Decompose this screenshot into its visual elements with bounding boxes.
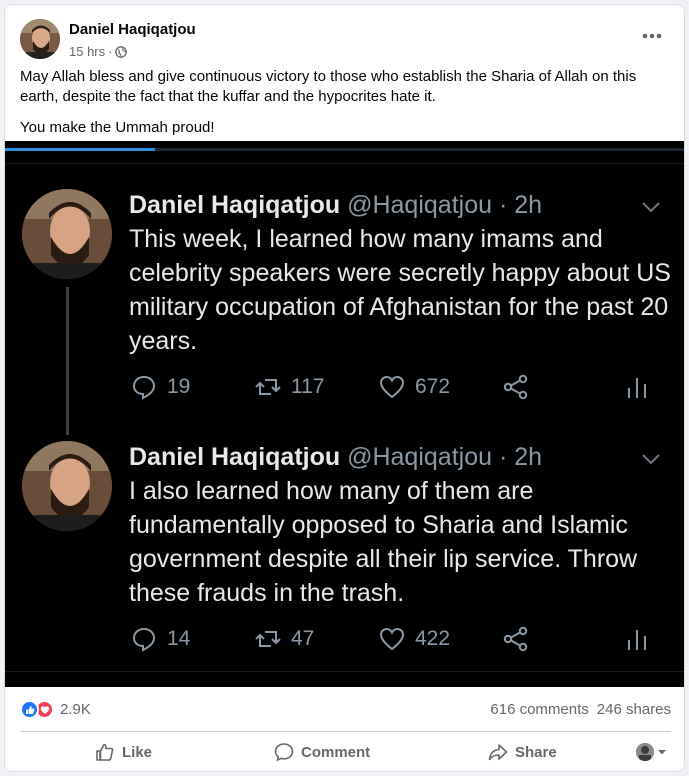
- retweet-count: 117: [291, 375, 325, 398]
- analytics-icon: [628, 378, 646, 398]
- meta-separator: ·: [108, 44, 113, 59]
- reaction-summary[interactable]: 2.9K: [20, 700, 91, 719]
- post-time[interactable]: 15 hrs: [69, 44, 105, 59]
- heart-icon: [379, 375, 405, 399]
- progress-bar: [5, 148, 684, 151]
- tweet-author-name: Daniel Haqiqatjou: [129, 443, 341, 471]
- tweet-share: [503, 374, 529, 400]
- tweet-handle: @Haqiqatjou: [347, 191, 493, 219]
- reply-count: 19: [167, 375, 191, 398]
- tweet-age: · 2h: [498, 443, 543, 471]
- share-nodes-icon: [503, 374, 528, 400]
- like-reaction-icon: [20, 700, 39, 719]
- caret-down-icon: [658, 750, 666, 755]
- profile-selector[interactable]: [636, 743, 667, 761]
- tweet-handle: @Haqiqatjou: [347, 443, 493, 471]
- share-label: Share: [515, 743, 557, 761]
- divider: [5, 163, 684, 164]
- post-header: Daniel Haqiqatjou 15 hrs ·: [20, 16, 670, 62]
- tweet-analytics: [624, 626, 650, 652]
- tweet-avatar: [22, 189, 112, 279]
- like-count: 422: [415, 627, 451, 650]
- author-name[interactable]: Daniel Haqiqatjou: [69, 21, 196, 38]
- divider: [20, 731, 671, 732]
- tweet-share: [503, 626, 529, 652]
- more-horiz-icon: [642, 33, 662, 39]
- tweet-avatar: [22, 441, 112, 531]
- reply-icon: [132, 627, 156, 652]
- tweet-text: I also learned how many of them are fund…: [129, 477, 638, 607]
- profile-avatar: [636, 743, 654, 761]
- post-meta: 15 hrs ·: [69, 44, 128, 59]
- retweet-count: 47: [291, 627, 315, 650]
- tweet-author-name: Daniel Haqiqatjou: [129, 191, 341, 219]
- tweet-retweet: 47: [255, 626, 314, 652]
- tweet-actions: 14 47 422: [129, 626, 659, 656]
- share-button[interactable]: Share: [488, 735, 557, 769]
- reply-icon: [132, 375, 156, 400]
- comment-share-counts: 616 comments 246 shares: [490, 701, 671, 718]
- globe-icon: [115, 45, 128, 58]
- share-nodes-icon: [503, 626, 528, 652]
- chevron-down-icon: [642, 454, 660, 465]
- shares-count[interactable]: 246 shares: [597, 701, 671, 718]
- tweet-age: · 2h: [498, 191, 543, 219]
- progress-fill: [5, 148, 155, 151]
- comments-count[interactable]: 616 comments: [490, 701, 588, 718]
- post-paragraph: May Allah bless and give continuous vict…: [20, 68, 637, 105]
- comment-icon: [274, 743, 294, 762]
- share-arrow-icon: [488, 744, 508, 761]
- tweet-screenshot-image[interactable]: Daniel Haqiqatjou @Haqiqatjou · 2h This …: [5, 141, 684, 687]
- tweet-text: This week, I learned how many imams and …: [129, 225, 671, 355]
- post-paragraph: You make the Ummah proud!: [20, 119, 215, 136]
- comment-label: Comment: [301, 743, 371, 761]
- tweet-reply: 14: [131, 626, 190, 652]
- tweet-retweet: 117: [255, 374, 324, 400]
- like-label: Like: [122, 743, 153, 761]
- comment-button[interactable]: Comment: [274, 735, 370, 769]
- tweet-header: Daniel Haqiqatjou @Haqiqatjou · 2h: [129, 443, 542, 472]
- engagement-stats: 2.9K 616 comments 246 shares: [20, 698, 671, 722]
- post-text: May Allah bless and give continuous vict…: [20, 67, 675, 149]
- reaction-count: 2.9K: [60, 701, 91, 718]
- more-options-button[interactable]: [636, 24, 668, 48]
- reply-count: 14: [167, 627, 191, 650]
- chevron-down-icon: [642, 202, 660, 213]
- thread-connector: [66, 287, 69, 435]
- retweet-icon: [255, 631, 281, 647]
- tweet-header: Daniel Haqiqatjou @Haqiqatjou · 2h: [129, 191, 542, 220]
- tweet-reply: 19: [131, 374, 190, 400]
- divider: [5, 671, 684, 672]
- tweet-like: 672: [379, 374, 450, 400]
- post-card: Daniel Haqiqatjou 15 hrs · May Allah ble…: [4, 4, 685, 772]
- tweet-actions: 19 117 672: [129, 374, 659, 404]
- heart-icon: [379, 627, 405, 651]
- author-avatar[interactable]: [20, 19, 60, 59]
- thumbs-up-icon: [96, 743, 114, 761]
- retweet-icon: [255, 379, 281, 395]
- tweet-analytics: [624, 374, 650, 400]
- like-count: 672: [415, 375, 451, 398]
- analytics-icon: [628, 630, 646, 650]
- tweet-like: 422: [379, 626, 450, 652]
- post-actions: Like Comment Share: [20, 735, 671, 769]
- like-button[interactable]: Like: [95, 735, 152, 769]
